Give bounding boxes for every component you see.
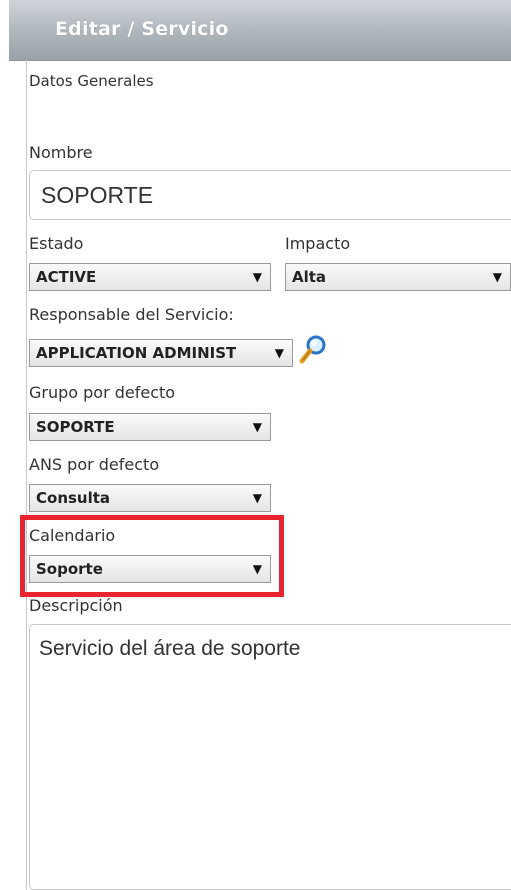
section-title: Datos Generales: [29, 72, 154, 90]
estado-select-value: ACTIVE: [36, 268, 97, 286]
impacto-select-value: Alta: [292, 268, 327, 286]
ans-select-value: Consulta: [36, 489, 111, 507]
ans-label: ANS por defecto: [29, 455, 160, 474]
impacto-dropdown-arrow-icon: ▼: [492, 270, 502, 284]
calendario-select[interactable]: Soporte ▼: [29, 555, 271, 583]
ans-select[interactable]: Consulta ▼: [29, 484, 271, 512]
content-border: [26, 60, 27, 890]
panel-title: Editar / Servicio: [55, 18, 229, 40]
magnifier-icon[interactable]: [297, 334, 329, 366]
calendario-select-value: Soporte: [36, 560, 103, 578]
panel-titlebar: Editar / Servicio: [9, 0, 511, 61]
grupo-dropdown-arrow-icon: ▼: [252, 420, 262, 434]
estado-label: Estado: [29, 234, 84, 253]
calendario-dropdown-arrow-icon: ▼: [252, 562, 262, 576]
responsable-select[interactable]: APPLICATION ADMINIST ▼: [29, 339, 293, 367]
calendario-label: Calendario: [29, 526, 116, 545]
grupo-label: Grupo por defecto: [29, 383, 176, 402]
responsable-select-value: APPLICATION ADMINIST: [36, 344, 237, 362]
descripcion-label: Descripción: [29, 596, 123, 615]
responsable-label: Responsable del Servicio:: [29, 305, 234, 324]
estado-select[interactable]: ACTIVE ▼: [29, 263, 271, 291]
estado-dropdown-arrow-icon: ▼: [252, 270, 262, 284]
nombre-label: Nombre: [29, 143, 93, 162]
grupo-select[interactable]: SOPORTE ▼: [29, 413, 271, 441]
impacto-select[interactable]: Alta ▼: [285, 263, 511, 291]
responsable-dropdown-arrow-icon: ▼: [274, 346, 284, 360]
descripcion-textarea[interactable]: Servicio del área de soporte: [29, 624, 511, 890]
impacto-label: Impacto: [285, 234, 351, 253]
nombre-input[interactable]: [29, 170, 511, 220]
ans-dropdown-arrow-icon: ▼: [252, 491, 262, 505]
grupo-select-value: SOPORTE: [36, 418, 115, 436]
edit-service-panel: Editar / Servicio Datos Generales Nombre…: [0, 0, 511, 890]
